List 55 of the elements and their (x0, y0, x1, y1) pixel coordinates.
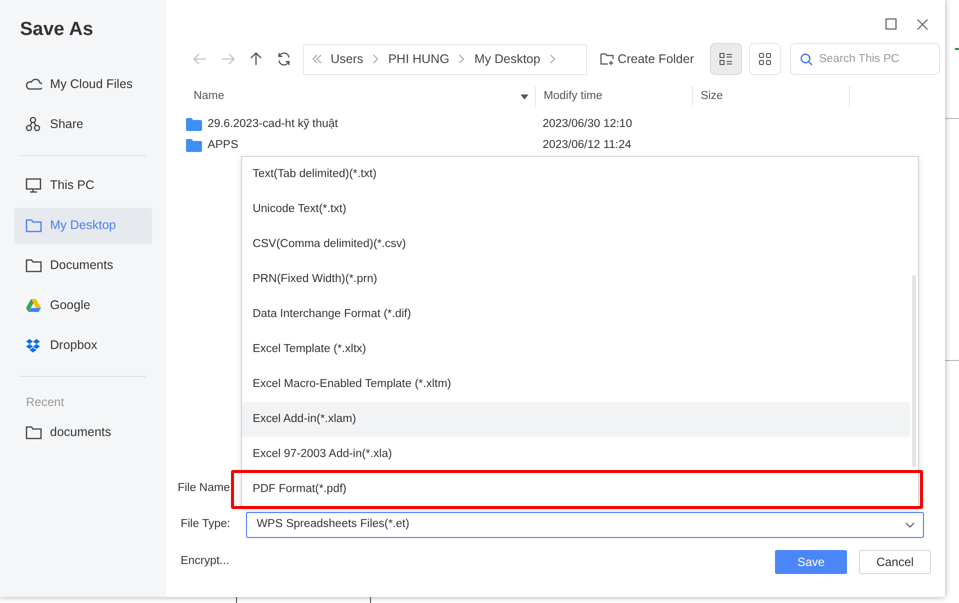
chevron-down-icon (904, 522, 915, 528)
share-icon (25, 116, 42, 133)
folder-icon (186, 139, 202, 152)
folder-icon (186, 118, 202, 131)
cancel-button[interactable]: Cancel (859, 550, 931, 574)
create-folder-button[interactable]: Create Folder (600, 50, 694, 68)
sidebar-item[interactable]: Documents (14, 248, 152, 284)
dropbox-icon (25, 337, 42, 354)
field-label: File Type: (180, 517, 232, 532)
drive-icon (25, 297, 42, 314)
double-chevron-icon (312, 54, 322, 64)
column-header[interactable]: Modify time (534, 86, 692, 107)
sidebar-item[interactable]: My Cloud Files (14, 66, 152, 102)
column-header[interactable]: Name (186, 86, 535, 107)
sidebar-item[interactable]: documents (14, 414, 152, 450)
grid-view-icon (758, 52, 772, 66)
close-icon (916, 18, 929, 31)
table-cell-text: 2023/06/30 12:10 (542, 116, 632, 132)
folder-icon (25, 217, 42, 234)
column-header[interactable]: Size (692, 86, 849, 107)
monitor-icon (25, 177, 42, 194)
grid-view-button[interactable] (749, 43, 781, 75)
chevron-icon (458, 54, 466, 64)
forward-arrow-icon (220, 51, 236, 67)
maximize-icon (885, 18, 898, 31)
list-view-button[interactable] (710, 43, 742, 75)
encrypt-link[interactable]: Encrypt... (180, 553, 775, 571)
table-cell-text: 2023/06/12 11:24 (542, 138, 632, 153)
folder-icon (25, 424, 42, 441)
file-type-dropdown[interactable]: WPS Spreadsheets Files(*.et) (246, 512, 924, 538)
file-row-name[interactable]: APPS (186, 136, 535, 154)
folder-icon (25, 257, 42, 274)
search-icon (800, 53, 813, 66)
dropdown-option[interactable]: Excel Add-in(*.xlam) (242, 402, 910, 437)
dropdown-option[interactable]: Text(Tab delimited)(*.txt) (242, 157, 910, 192)
sidebar-item[interactable]: Share (14, 106, 152, 142)
sidebar-item[interactable]: Dropbox (14, 328, 152, 364)
file-row-name[interactable]: 29.6.2023-cad-ht kỹ thuật (186, 116, 535, 134)
new-folder-icon (600, 52, 614, 66)
breadcrumb-item[interactable]: PHI HUNG (388, 50, 450, 68)
field-label: File Name (178, 481, 230, 496)
chevron-icon (372, 54, 380, 64)
scrollbar-thumb[interactable] (912, 275, 916, 467)
sort-down-icon (520, 94, 529, 100)
window-title: Save As (20, 18, 94, 42)
refresh-icon (276, 51, 292, 67)
breadcrumb-item[interactable]: Users (330, 50, 364, 68)
sidebar-item[interactable]: This PC (14, 168, 152, 204)
section-heading: Recent (25, 394, 66, 410)
back-arrow-icon (192, 51, 208, 67)
search-field[interactable]: Search This PC (790, 43, 940, 75)
sidebar-item[interactable]: Google (14, 288, 152, 324)
breadcrumb-item[interactable]: My Desktop (474, 50, 540, 68)
chevron-icon (549, 54, 556, 64)
list-view-icon (719, 52, 733, 66)
